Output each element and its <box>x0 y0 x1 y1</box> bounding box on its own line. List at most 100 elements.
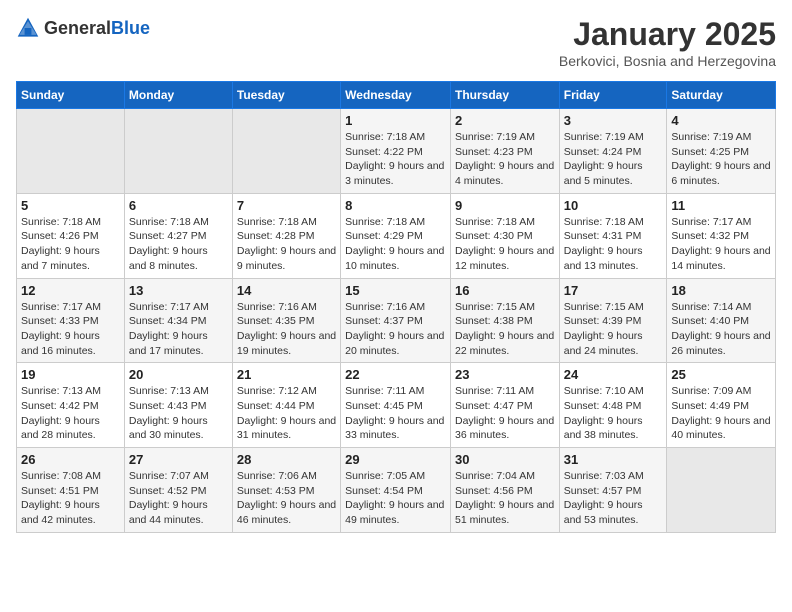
day-info: Sunrise: 7:15 AMSunset: 4:38 PMDaylight:… <box>455 300 555 359</box>
day-number: 17 <box>564 283 663 298</box>
calendar-cell: 14 Sunrise: 7:16 AMSunset: 4:35 PMDayligh… <box>232 278 340 363</box>
calendar-body: 1 Sunrise: 7:18 AMSunset: 4:22 PMDaylight… <box>17 109 776 533</box>
day-info: Sunrise: 7:07 AMSunset: 4:52 PMDaylight:… <box>129 469 228 528</box>
calendar-cell <box>232 109 340 194</box>
page-header: GeneralBlue January 2025 Berkovici, Bosn… <box>16 16 776 69</box>
col-monday: Monday <box>124 82 232 109</box>
day-number: 28 <box>237 452 336 467</box>
day-number: 4 <box>671 113 771 128</box>
title-block: January 2025 Berkovici, Bosnia and Herze… <box>559 16 776 69</box>
day-number: 14 <box>237 283 336 298</box>
day-info: Sunrise: 7:18 AMSunset: 4:22 PMDaylight:… <box>345 130 446 189</box>
calendar-cell: 13 Sunrise: 7:17 AMSunset: 4:34 PMDayligh… <box>124 278 232 363</box>
day-number: 3 <box>564 113 663 128</box>
calendar-week-1: 1 Sunrise: 7:18 AMSunset: 4:22 PMDaylight… <box>17 109 776 194</box>
calendar-cell: 2 Sunrise: 7:19 AMSunset: 4:23 PMDaylight… <box>450 109 559 194</box>
day-info: Sunrise: 7:10 AMSunset: 4:48 PMDaylight:… <box>564 384 663 443</box>
calendar-header: Sunday Monday Tuesday Wednesday Thursday… <box>17 82 776 109</box>
day-number: 15 <box>345 283 446 298</box>
calendar-cell: 31 Sunrise: 7:03 AMSunset: 4:57 PMDayligh… <box>559 448 667 533</box>
calendar-cell: 5Sunrise: 7:18 AMSunset: 4:26 PMDaylight… <box>17 193 125 278</box>
calendar-cell: 9 Sunrise: 7:18 AMSunset: 4:30 PMDaylight… <box>450 193 559 278</box>
day-info: Sunrise: 7:19 AMSunset: 4:23 PMDaylight:… <box>455 130 555 189</box>
day-number: 19 <box>21 367 120 382</box>
calendar-cell <box>124 109 232 194</box>
calendar-cell: 6 Sunrise: 7:18 AMSunset: 4:27 PMDaylight… <box>124 193 232 278</box>
day-number: 6 <box>129 198 228 213</box>
col-friday: Friday <box>559 82 667 109</box>
calendar-cell: 1 Sunrise: 7:18 AMSunset: 4:22 PMDaylight… <box>341 109 451 194</box>
day-number: 1 <box>345 113 446 128</box>
day-info: Sunrise: 7:16 AMSunset: 4:35 PMDaylight:… <box>237 300 336 359</box>
day-info: Sunrise: 7:16 AMSunset: 4:37 PMDaylight:… <box>345 300 446 359</box>
day-number: 7 <box>237 198 336 213</box>
logo-icon <box>16 16 40 40</box>
calendar-cell: 30 Sunrise: 7:04 AMSunset: 4:56 PMDayligh… <box>450 448 559 533</box>
logo-general: General <box>44 18 111 38</box>
day-info: Sunrise: 7:04 AMSunset: 4:56 PMDaylight:… <box>455 469 555 528</box>
col-sunday: Sunday <box>17 82 125 109</box>
day-number: 26 <box>21 452 120 467</box>
calendar-cell: 16 Sunrise: 7:15 AMSunset: 4:38 PMDayligh… <box>450 278 559 363</box>
day-number: 12 <box>21 283 120 298</box>
calendar-cell: 7 Sunrise: 7:18 AMSunset: 4:28 PMDaylight… <box>232 193 340 278</box>
day-number: 9 <box>455 198 555 213</box>
header-row: Sunday Monday Tuesday Wednesday Thursday… <box>17 82 776 109</box>
calendar-cell: 25Sunrise: 7:09 AMSunset: 4:49 PMDayligh… <box>667 363 776 448</box>
calendar-cell: 21Sunrise: 7:12 AMSunset: 4:44 PMDayligh… <box>232 363 340 448</box>
day-info: Sunrise: 7:12 AMSunset: 4:44 PMDaylight:… <box>237 384 336 443</box>
calendar-week-2: 5Sunrise: 7:18 AMSunset: 4:26 PMDaylight… <box>17 193 776 278</box>
day-number: 29 <box>345 452 446 467</box>
logo: GeneralBlue <box>16 16 150 40</box>
day-info: Sunrise: 7:06 AMSunset: 4:53 PMDaylight:… <box>237 469 336 528</box>
day-number: 16 <box>455 283 555 298</box>
calendar-cell: 26 Sunrise: 7:08 AMSunset: 4:51 PMDayligh… <box>17 448 125 533</box>
day-number: 31 <box>564 452 663 467</box>
calendar-cell: 4 Sunrise: 7:19 AMSunset: 4:25 PMDaylight… <box>667 109 776 194</box>
calendar-cell: 18 Sunrise: 7:14 AMSunset: 4:40 PMDayligh… <box>667 278 776 363</box>
day-info: Sunrise: 7:03 AMSunset: 4:57 PMDaylight:… <box>564 469 663 528</box>
day-number: 24 <box>564 367 663 382</box>
day-number: 18 <box>671 283 771 298</box>
day-info: Sunrise: 7:18 AMSunset: 4:28 PMDaylight:… <box>237 215 336 274</box>
day-info: Sunrise: 7:18 AMSunset: 4:27 PMDaylight:… <box>129 215 228 274</box>
calendar-cell: 17Sunrise: 7:15 AMSunset: 4:39 PMDayligh… <box>559 278 667 363</box>
day-info: Sunrise: 7:05 AMSunset: 4:54 PMDaylight:… <box>345 469 446 528</box>
day-info: Sunrise: 7:11 AMSunset: 4:47 PMDaylight:… <box>455 384 555 443</box>
logo-text: GeneralBlue <box>44 18 150 39</box>
day-info: Sunrise: 7:08 AMSunset: 4:51 PMDaylight:… <box>21 469 120 528</box>
calendar-cell: 15 Sunrise: 7:16 AMSunset: 4:37 PMDayligh… <box>341 278 451 363</box>
day-info: Sunrise: 7:09 AMSunset: 4:49 PMDaylight:… <box>671 384 771 443</box>
calendar-cell: 24 Sunrise: 7:10 AMSunset: 4:48 PMDayligh… <box>559 363 667 448</box>
calendar-cell: 19Sunrise: 7:13 AMSunset: 4:42 PMDayligh… <box>17 363 125 448</box>
calendar-cell: 23 Sunrise: 7:11 AMSunset: 4:47 PMDayligh… <box>450 363 559 448</box>
day-number: 30 <box>455 452 555 467</box>
day-number: 10 <box>564 198 663 213</box>
day-number: 13 <box>129 283 228 298</box>
day-info: Sunrise: 7:19 AMSunset: 4:25 PMDaylight:… <box>671 130 771 189</box>
calendar-week-4: 19Sunrise: 7:13 AMSunset: 4:42 PMDayligh… <box>17 363 776 448</box>
day-number: 2 <box>455 113 555 128</box>
calendar-cell: 12Sunrise: 7:17 AMSunset: 4:33 PMDayligh… <box>17 278 125 363</box>
calendar-cell: 22Sunrise: 7:11 AMSunset: 4:45 PMDayligh… <box>341 363 451 448</box>
calendar-cell: 8Sunrise: 7:18 AMSunset: 4:29 PMDaylight… <box>341 193 451 278</box>
day-info: Sunrise: 7:18 AMSunset: 4:30 PMDaylight:… <box>455 215 555 274</box>
day-info: Sunrise: 7:17 AMSunset: 4:34 PMDaylight:… <box>129 300 228 359</box>
day-info: Sunrise: 7:14 AMSunset: 4:40 PMDaylight:… <box>671 300 771 359</box>
calendar-cell: 27Sunrise: 7:07 AMSunset: 4:52 PMDayligh… <box>124 448 232 533</box>
day-number: 22 <box>345 367 446 382</box>
day-info: Sunrise: 7:17 AMSunset: 4:32 PMDaylight:… <box>671 215 771 274</box>
location-subtitle: Berkovici, Bosnia and Herzegovina <box>559 53 776 69</box>
day-number: 20 <box>129 367 228 382</box>
day-number: 23 <box>455 367 555 382</box>
day-info: Sunrise: 7:19 AMSunset: 4:24 PMDaylight:… <box>564 130 663 189</box>
calendar-cell: 28 Sunrise: 7:06 AMSunset: 4:53 PMDayligh… <box>232 448 340 533</box>
day-info: Sunrise: 7:18 AMSunset: 4:31 PMDaylight:… <box>564 215 663 274</box>
day-info: Sunrise: 7:13 AMSunset: 4:43 PMDaylight:… <box>129 384 228 443</box>
col-wednesday: Wednesday <box>341 82 451 109</box>
calendar-cell <box>667 448 776 533</box>
day-number: 5 <box>21 198 120 213</box>
logo-blue: Blue <box>111 18 150 38</box>
day-number: 8 <box>345 198 446 213</box>
col-thursday: Thursday <box>450 82 559 109</box>
